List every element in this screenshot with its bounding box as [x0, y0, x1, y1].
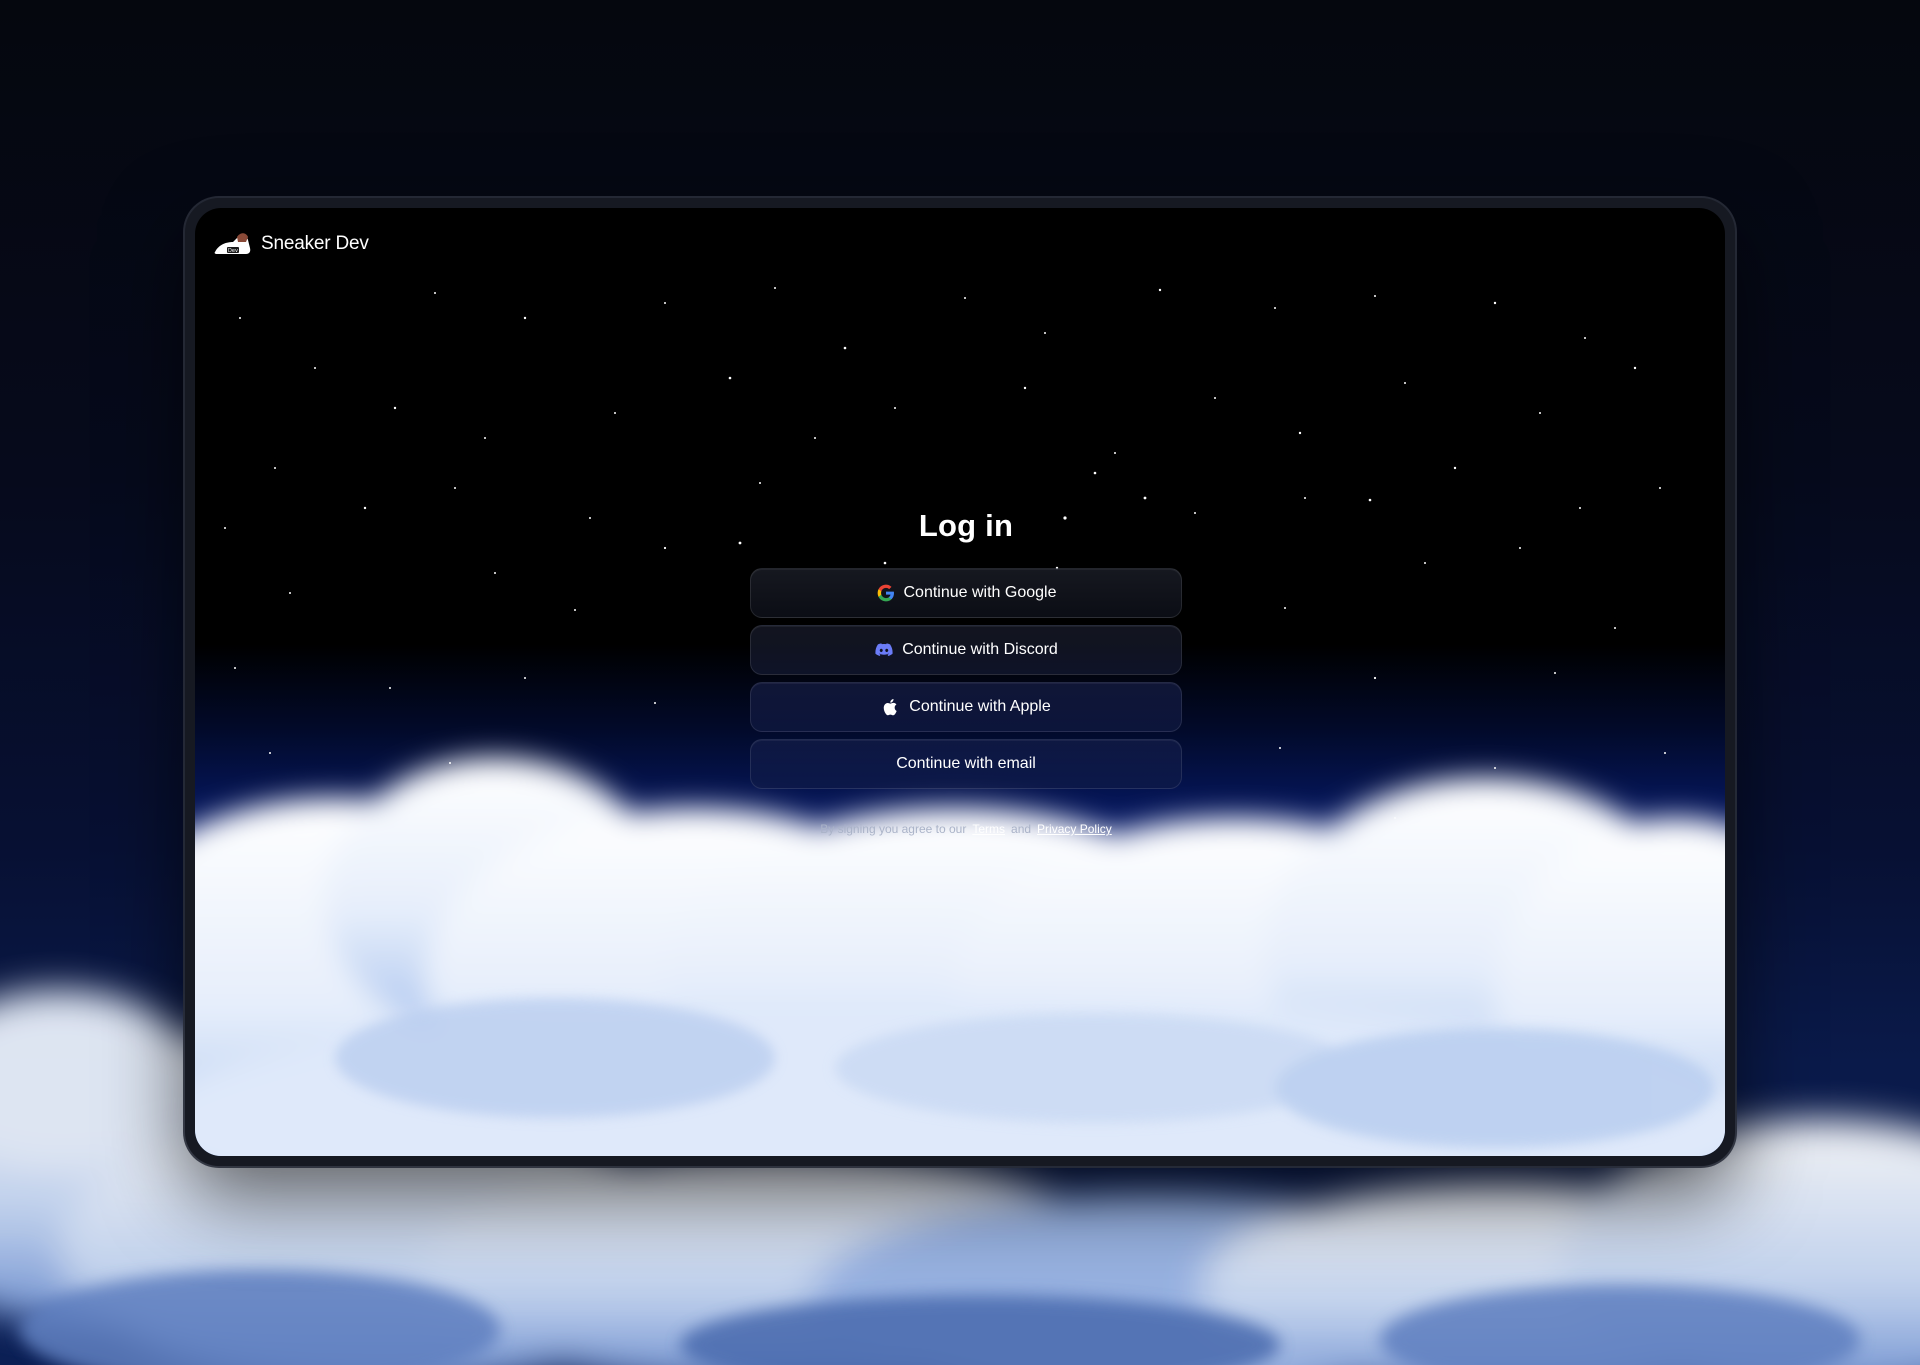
continue-with-apple-button[interactable]: Continue with Apple: [750, 682, 1182, 732]
sneaker-logo-icon: Dev: [214, 233, 251, 254]
privacy-policy-link[interactable]: Privacy Policy: [1037, 822, 1112, 836]
google-button-label: Continue with Google: [903, 584, 1057, 601]
continue-with-discord-button[interactable]: Continue with Discord: [750, 625, 1182, 675]
discord-button-label: Continue with Discord: [902, 641, 1058, 658]
logo-badge-text: Dev: [228, 248, 238, 254]
apple-icon: [884, 699, 897, 716]
email-button-label: Continue with email: [896, 755, 1036, 772]
legal-and: and: [1011, 822, 1032, 836]
terms-link[interactable]: Terms: [972, 822, 1005, 836]
apple-button-label: Continue with Apple: [909, 698, 1051, 715]
legal-notice: By signing you agree to our Terms and Pr…: [820, 822, 1111, 836]
google-icon: [877, 584, 894, 602]
legal-prefix: By signing you agree to our: [820, 822, 967, 836]
page-title: Log in: [918, 508, 1014, 543]
continue-with-google-button[interactable]: Continue with Google: [750, 568, 1182, 618]
login-panel: Log in Continue with Google Continue wit…: [750, 508, 1182, 836]
app-window: Dev Sneaker Dev Log in Continue with Goo…: [185, 198, 1735, 1166]
login-screen: Dev Sneaker Dev Log in Continue with Goo…: [195, 208, 1725, 1156]
discord-icon: [875, 643, 893, 656]
brand-name: Sneaker Dev: [261, 233, 369, 254]
brand[interactable]: Dev Sneaker Dev: [213, 230, 369, 258]
continue-with-email-button[interactable]: Continue with email: [750, 739, 1182, 789]
